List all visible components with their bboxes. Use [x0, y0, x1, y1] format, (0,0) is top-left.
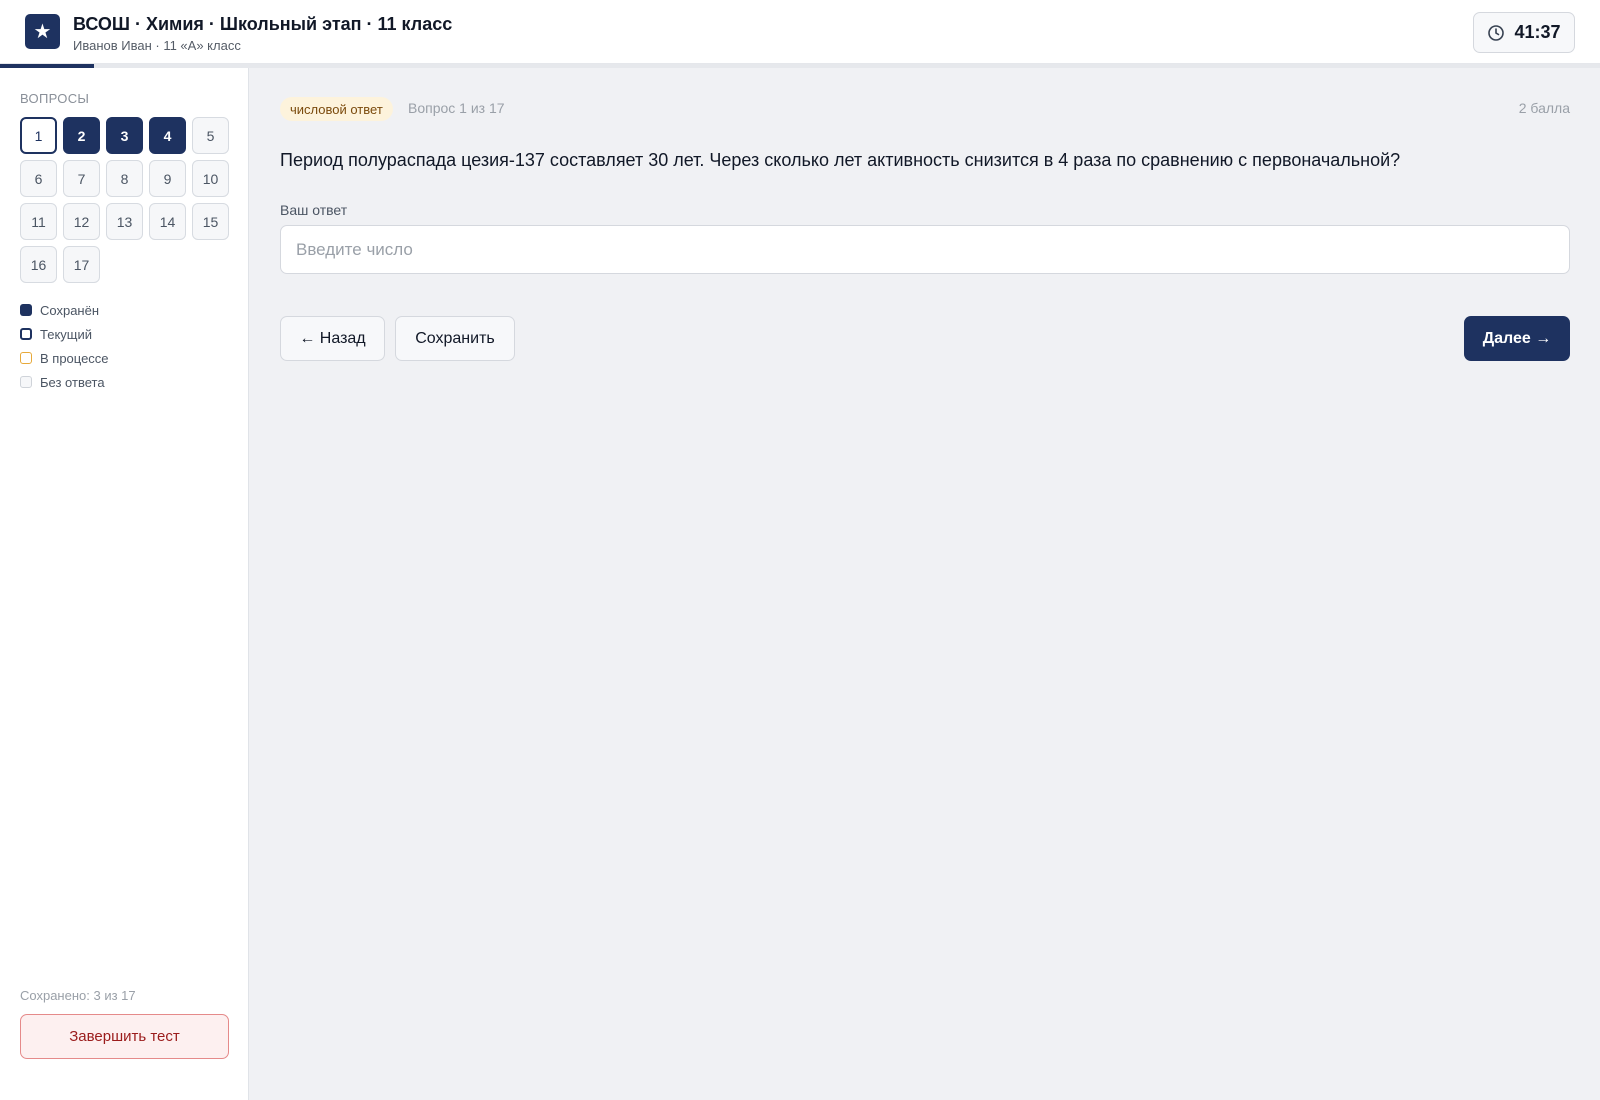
sidebar-heading: ВОПРОСЫ: [20, 91, 90, 106]
question-nav-16[interactable]: 16: [20, 246, 57, 283]
question-panel: числовой ответ Вопрос 1 из 17 2 балла Пе…: [250, 68, 1600, 1100]
legend-label: В процессе: [40, 350, 109, 366]
answer-input[interactable]: [280, 225, 1570, 274]
question-navigator: 1 2 3 4 5 6 7 8 9 10 11 12 13 14 15 16 17: [20, 117, 235, 283]
clock-icon: [1488, 24, 1505, 41]
student-info: Иванов Иван · 11 «А» класс: [73, 38, 241, 53]
question-nav-5[interactable]: 5: [192, 117, 229, 154]
timer-value: 41:37: [1514, 22, 1561, 42]
legend-item-none: Без ответа: [20, 370, 109, 394]
answer-label: Ваш ответ: [280, 202, 348, 218]
question-type-badge: числовой ответ: [280, 97, 393, 121]
question-nav-14[interactable]: 14: [149, 203, 186, 240]
legend-swatch-progress: [20, 352, 32, 364]
question-nav-3[interactable]: 3: [106, 117, 143, 154]
legend-item-current: Текущий: [20, 322, 109, 346]
legend-item-saved: Сохранён: [20, 298, 109, 322]
question-nav-8[interactable]: 8: [106, 160, 143, 197]
question-nav-13[interactable]: 13: [106, 203, 143, 240]
question-nav-6[interactable]: 6: [20, 160, 57, 197]
saved-count: Сохранено: 3 из 17: [20, 988, 136, 1003]
question-nav-1[interactable]: 1: [20, 117, 57, 154]
question-points: 2 балла: [1518, 100, 1570, 116]
question-nav-12[interactable]: 12: [63, 203, 100, 240]
legend-item-progress: В процессе: [20, 346, 109, 370]
legend-swatch-none: [20, 376, 32, 388]
legend-swatch-current: [20, 328, 32, 340]
legend-label: Сохранён: [40, 302, 100, 318]
timer: 41:37: [1473, 12, 1575, 53]
legend-label: Текущий: [40, 326, 92, 342]
question-nav-9[interactable]: 9: [149, 160, 186, 197]
question-nav-4[interactable]: 4: [149, 117, 186, 154]
question-nav-11[interactable]: 11: [20, 203, 57, 240]
page-title: ВСОШ · Химия · Школьный этап · 11 класс: [73, 14, 453, 34]
question-nav-7[interactable]: 7: [63, 160, 100, 197]
question-counter: Вопрос 1 из 17: [408, 100, 505, 116]
next-button[interactable]: Далее →: [1464, 316, 1570, 361]
app-header: ★ ВСОШ · Химия · Школьный этап · 11 клас…: [0, 0, 1600, 64]
legend-swatch-saved: [20, 304, 32, 316]
sidebar: ВОПРОСЫ 1 2 3 4 5 6 7 8 9 10 11 12 13 14 15 16 17 Сохран…: [0, 68, 249, 1100]
question-nav-2[interactable]: 2: [63, 117, 100, 154]
question-nav-17[interactable]: 17: [63, 246, 100, 283]
star-logo-icon: ★: [25, 14, 60, 49]
finish-test-button[interactable]: Завершить тест: [20, 1014, 229, 1059]
question-nav-10[interactable]: 10: [192, 160, 229, 197]
legend-label: Без ответа: [40, 374, 105, 390]
save-button[interactable]: Сохранить: [395, 316, 515, 361]
status-legend: Сохранён Текущий В процессе Без ответа: [20, 298, 109, 394]
question-nav-15[interactable]: 15: [192, 203, 229, 240]
back-button[interactable]: ← Назад: [280, 316, 385, 361]
question-text: Период полураспада цезия-137 составляет …: [280, 150, 1401, 170]
